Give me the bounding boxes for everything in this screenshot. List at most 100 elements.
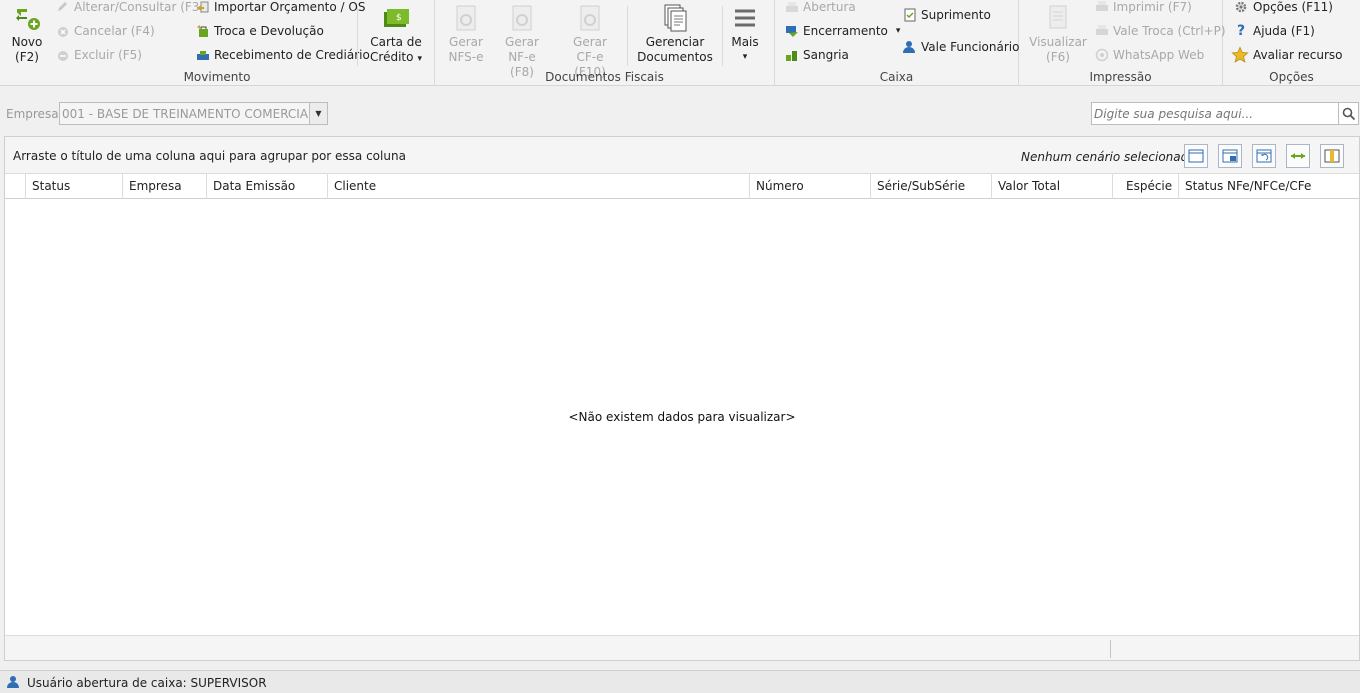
troca-label: Troca e Devolução — [214, 24, 324, 38]
column-header-cliente[interactable]: Cliente — [327, 174, 749, 199]
novo-label: Novo — [11, 35, 43, 49]
gerenciar-documentos-button[interactable]: Gerenciar Documentos — [635, 0, 715, 68]
whatsapp-web-button[interactable]: WhatsApp Web — [1095, 45, 1204, 65]
cancel-icon — [58, 27, 68, 37]
search-input[interactable] — [1094, 103, 1334, 124]
encerramento-label: Encerramento — [803, 24, 888, 38]
column-header-numero[interactable]: Número — [749, 174, 870, 199]
import-icon — [197, 1, 209, 13]
abertura-label: Abertura — [803, 0, 856, 14]
vale-troca-button[interactable]: Vale Troca (Ctrl+P) — [1095, 21, 1226, 41]
group-by-hint: Arraste o título de uma coluna aqui para… — [13, 149, 406, 163]
star-icon — [1231, 46, 1249, 63]
whatsapp-label: WhatsApp Web — [1113, 48, 1205, 62]
column-chooser-button[interactable] — [1320, 144, 1344, 168]
excluir-button[interactable]: Excluir (F5) — [56, 45, 142, 65]
cash-withdrawal-icon — [786, 51, 797, 61]
abertura-button[interactable]: Abertura — [785, 0, 856, 17]
opcoes-button[interactable]: Opções (F11) — [1233, 0, 1333, 17]
row-indicator-header — [5, 174, 25, 199]
chevron-down-icon: ▾ — [417, 54, 422, 64]
group-label-documentos-fiscais: Documentos Fiscais — [545, 70, 664, 84]
column-header-valor-total[interactable]: Valor Total — [991, 174, 1112, 199]
vale-label: Vale Funcionário — [921, 40, 1020, 54]
empresa-label: Empresa: — [6, 107, 63, 121]
gerar-nfse-button[interactable]: Gerar NFS-e — [443, 0, 489, 68]
edit-icon — [58, 2, 67, 11]
importar-orcamento-button[interactable]: Importar Orçamento / OS — [196, 0, 365, 17]
cancelar-label: Cancelar (F4) — [74, 24, 155, 38]
nfse-label-2: NFS-e — [448, 50, 484, 64]
recebimento-label: Recebimento de Crediário — [214, 48, 370, 62]
auto-fit-columns-button[interactable] — [1286, 144, 1310, 168]
grid-footer — [5, 635, 1359, 660]
whatsapp-icon — [1095, 48, 1109, 62]
restore-layout-button[interactable] — [1252, 144, 1276, 168]
vale-troca-label: Vale Troca (Ctrl+P) — [1113, 24, 1226, 38]
group-movimento: Novo (F2) Alterar/Consultar (F3) Cancela… — [0, 0, 435, 86]
opcoes-label: Opções (F11) — [1253, 0, 1333, 14]
carta-label-1: Carta de — [370, 35, 422, 49]
mais-label: Mais — [731, 35, 759, 49]
recebimento-crediario-button[interactable]: Recebimento de Crediário — [196, 45, 370, 65]
vale-funcionario-button[interactable]: Vale Funcionário — [901, 37, 1019, 57]
help-question-icon: ? — [1236, 23, 1246, 39]
sangria-button[interactable]: Sangria — [785, 45, 849, 65]
gerar-nfe-button[interactable]: Gerar NF-e (F8) — [495, 0, 549, 79]
mais-button[interactable]: Mais ▾ — [727, 0, 763, 68]
ajuda-button[interactable]: ? Ajuda (F1) — [1233, 21, 1315, 41]
separator — [357, 6, 358, 66]
cancelar-button[interactable]: Cancelar (F4) — [56, 21, 155, 41]
money-bills-icon: $ — [384, 9, 409, 27]
group-label-movimento: Movimento — [183, 70, 251, 84]
save-layout-icon — [1222, 149, 1238, 163]
group-by-panel[interactable]: Arraste o título de uma coluna aqui para… — [5, 137, 1359, 174]
carta-label-2-wrap: Crédito ▾ — [364, 50, 428, 67]
checklist-icon — [904, 8, 916, 22]
visualizar-button[interactable]: Visualizar (F6) — [1029, 0, 1087, 68]
novo-button[interactable]: Novo (F2) — [4, 0, 50, 68]
column-header-empresa[interactable]: Empresa — [122, 174, 206, 199]
separator — [627, 6, 628, 66]
encerramento-button[interactable]: Encerramento ▾ — [785, 21, 900, 41]
nfe-label-1: Gerar — [505, 35, 539, 49]
filter-row: Empresa: 001 - BASE DE TREINAMENTO COMER… — [0, 92, 1360, 134]
receive-payment-icon — [197, 51, 209, 60]
avaliar-recurso-button[interactable]: Avaliar recurso — [1231, 45, 1343, 65]
column-header-status[interactable]: Status — [25, 174, 122, 199]
search-field[interactable] — [1091, 102, 1339, 125]
voucher-print-icon — [1096, 25, 1108, 35]
imprimir-button[interactable]: Imprimir (F7) — [1095, 0, 1192, 17]
gerenciar-label-2: Documentos — [637, 50, 713, 64]
search-button[interactable] — [1339, 102, 1359, 125]
empresa-select[interactable]: 001 - BASE DE TREINAMENTO COMERCIAL - IN… — [59, 102, 328, 125]
column-header-data-emissao[interactable]: Data Emissão — [206, 174, 327, 199]
user-icon — [7, 676, 19, 688]
column-header-especie[interactable]: Espécie — [1112, 174, 1178, 199]
close-register-icon — [786, 26, 798, 37]
layout-grid-button[interactable] — [1184, 144, 1208, 168]
suprimento-button[interactable]: Suprimento — [903, 5, 991, 25]
cfe-label-1: Gerar — [573, 35, 607, 49]
carta-label-2: Crédito — [370, 50, 414, 64]
hamburger-menu-icon — [735, 9, 755, 27]
preview-document-icon — [1049, 5, 1067, 29]
column-header-serie[interactable]: Série/SubSérie — [870, 174, 991, 199]
dropdown-arrow-icon[interactable]: ▼ — [309, 103, 327, 124]
carta-de-credito-button[interactable]: $ Carta de Crédito ▾ — [364, 0, 428, 68]
troca-devolucao-button[interactable]: Troca e Devolução — [196, 21, 324, 41]
gerar-cfe-button[interactable]: Gerar CF-e (F10) — [559, 0, 621, 79]
printer-icon — [1096, 1, 1108, 11]
excluir-label: Excluir (F5) — [74, 48, 142, 62]
imprimir-label: Imprimir (F7) — [1113, 0, 1192, 14]
save-scenario-button[interactable] — [1218, 144, 1242, 168]
cfe-document-icon — [580, 5, 600, 31]
status-bar: Usuário abertura de caixa: SUPERVISOR — [0, 670, 1360, 693]
column-header-row: Status Empresa Data Emissão Cliente Núme… — [5, 174, 1359, 199]
exchange-bag-icon — [197, 25, 208, 37]
nfe-document-icon — [512, 5, 532, 31]
suprimento-label: Suprimento — [921, 8, 991, 22]
column-header-status-nfe[interactable]: Status NFe/NFCe/CFe — [1178, 174, 1359, 199]
alterar-consultar-button[interactable]: Alterar/Consultar (F3) — [56, 0, 204, 17]
documents-grid: Arraste o título de uma coluna aqui para… — [4, 136, 1360, 661]
